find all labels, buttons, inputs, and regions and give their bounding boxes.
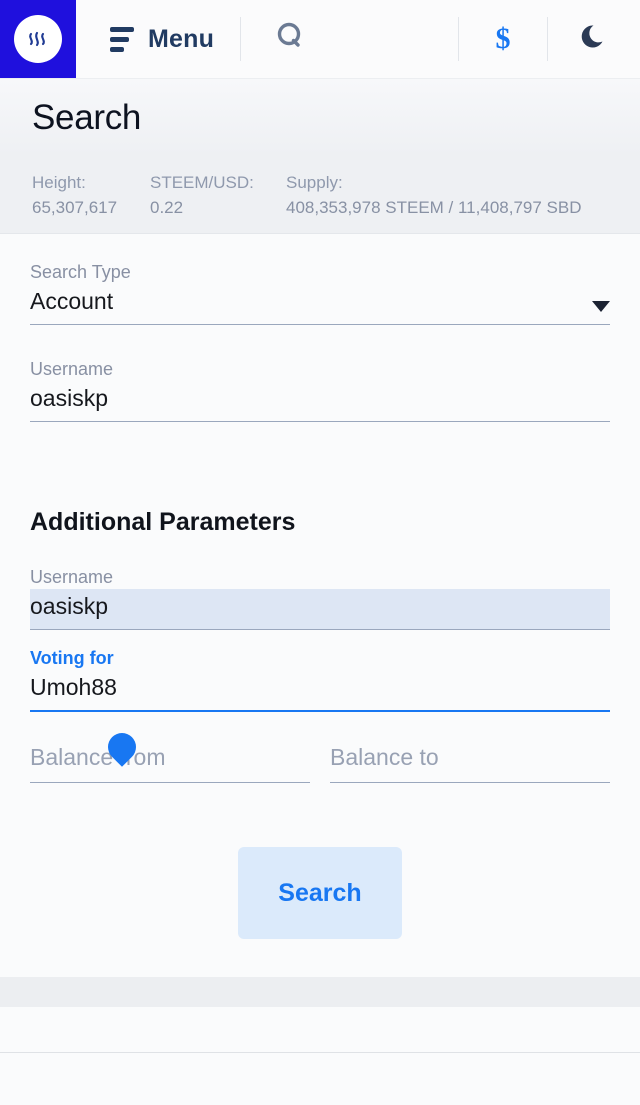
stat-supply-value: 408,353,978 STEEM / 11,408,797 SBD <box>286 198 582 217</box>
username-underline <box>30 421 610 422</box>
search-form: Search Type Account Username oasiskp Add… <box>0 234 640 939</box>
balance-to-input[interactable]: Balance to <box>330 740 610 782</box>
stat-height: Height: 65,307,617 <box>32 170 150 233</box>
dark-mode-toggle-button[interactable] <box>548 0 640 78</box>
additional-username-input[interactable]: oasiskp <box>30 589 610 629</box>
footer-gap <box>0 939 640 977</box>
page-title: Search <box>32 97 142 137</box>
hamburger-icon <box>110 26 134 52</box>
footer-tail <box>0 1053 640 1072</box>
stat-steem-usd-label: STEEM/USD: <box>150 173 254 192</box>
steem-logo-icon <box>14 15 62 63</box>
balance-from-field[interactable]: Balance from <box>30 740 310 783</box>
search-button[interactable]: Search <box>238 847 402 939</box>
voting-for-field[interactable]: Voting for Umoh88 <box>30 630 610 767</box>
username-label: Username <box>30 359 114 379</box>
dollar-icon: $ <box>495 22 511 55</box>
logo-button[interactable] <box>0 0 76 78</box>
chevron-down-icon <box>592 301 610 312</box>
voting-for-label: Voting for <box>30 648 114 668</box>
balance-from-underline <box>30 782 310 783</box>
navbar-items: Menu $ <box>76 0 640 78</box>
username-input[interactable]: oasiskp <box>30 381 610 421</box>
additional-username-field[interactable]: Username oasiskp <box>30 543 610 630</box>
footer-band <box>0 977 640 1007</box>
additional-parameters-heading: Additional Parameters <box>30 508 296 536</box>
voting-for-underline <box>30 710 610 712</box>
balance-to-field[interactable]: Balance to <box>330 740 610 783</box>
additional-parameters-section: Additional Parameters Username oasiskp V… <box>30 422 610 783</box>
stat-steem-usd: STEEM/USD: 0.22 <box>150 170 286 233</box>
stat-supply: Supply: 408,353,978 STEEM / 11,408,797 S… <box>286 170 582 233</box>
balance-to-underline <box>330 782 610 783</box>
search-button-row: Search <box>30 783 610 939</box>
moon-icon <box>577 20 611 59</box>
balance-from-input[interactable]: Balance from <box>30 740 310 782</box>
blockchain-stats-bar: Height: 65,307,617 STEEM/USD: 0.22 Suppl… <box>0 156 640 234</box>
stat-steem-usd-value: 0.22 <box>150 198 184 217</box>
stat-height-label: Height: <box>32 173 86 192</box>
search-nav-button[interactable] <box>241 0 341 78</box>
top-navbar: Menu $ <box>0 0 640 79</box>
stat-height-value: 65,307,617 <box>32 198 118 217</box>
search-type-select[interactable]: Account <box>30 284 610 324</box>
search-type-value: Account <box>30 288 114 314</box>
menu-button[interactable]: Menu <box>76 0 240 78</box>
stat-supply-label: Supply: <box>286 173 343 192</box>
footer-rest <box>0 1007 640 1053</box>
username-field[interactable]: Username oasiskp <box>30 325 610 422</box>
menu-button-label: Menu <box>148 24 215 53</box>
currency-toggle-button[interactable]: $ <box>459 0 547 78</box>
voting-for-input[interactable]: Umoh88 <box>30 670 610 710</box>
additional-username-label: Username <box>30 567 114 587</box>
search-icon <box>274 20 308 59</box>
search-type-field[interactable]: Search Type Account <box>30 234 610 325</box>
page-title-band: Search <box>0 79 640 156</box>
search-type-label: Search Type <box>30 262 131 282</box>
